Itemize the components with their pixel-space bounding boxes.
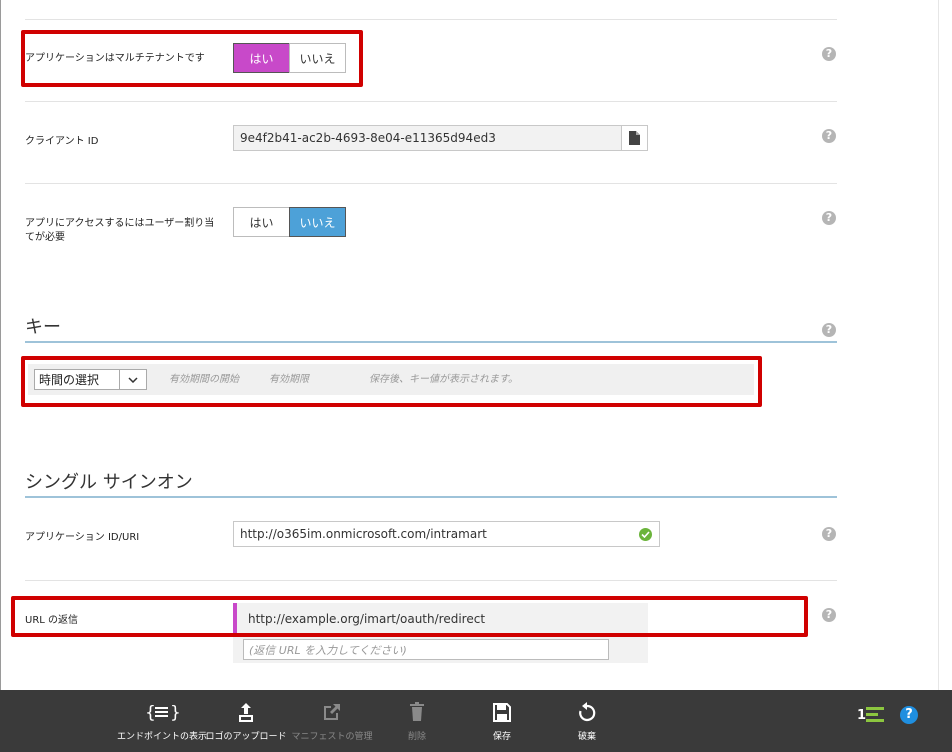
manage-manifest-button[interactable]: マニフェストの管理	[290, 690, 374, 752]
highlight-box	[21, 356, 762, 407]
scrollbar[interactable]	[938, 0, 952, 690]
app-id-label: アプリケーション ID/URI	[25, 532, 140, 543]
upload-icon	[238, 702, 254, 724]
divider	[25, 101, 837, 102]
undo-icon	[578, 702, 596, 724]
svg-text:{: {	[145, 703, 156, 722]
upload-logo-button[interactable]: ロゴのアップロード	[205, 690, 287, 752]
divider	[25, 183, 837, 184]
sso-section-title: シングル サインオン	[25, 472, 193, 493]
save-button[interactable]: 保存	[475, 690, 529, 752]
endpoints-icon: { }	[145, 702, 181, 724]
help-icon[interactable]: ?	[900, 706, 918, 724]
user-assignment-yes-option[interactable]: はい	[233, 207, 290, 237]
client-id-label: クライアント ID	[25, 136, 99, 147]
external-link-icon	[322, 702, 342, 724]
section-divider	[25, 496, 837, 498]
notification-count: 1	[857, 708, 867, 723]
copy-icon	[629, 131, 640, 145]
help-icon[interactable]: ?	[822, 527, 836, 541]
trash-icon	[409, 702, 425, 724]
reply-url-input[interactable]: (返信 URL を入力してください)	[243, 639, 609, 660]
command-bar: { } エンドポイントの表示 ロゴのアップロード マニフェストの管理	[0, 690, 952, 752]
divider	[25, 19, 837, 20]
divider	[25, 580, 837, 581]
highlight-box	[11, 596, 808, 637]
user-assignment-no-option[interactable]: いいえ	[289, 207, 346, 237]
highlight-box	[21, 30, 363, 87]
help-icon[interactable]: ?	[822, 129, 836, 143]
user-assignment-label-line2: てが必要	[25, 232, 65, 243]
user-assignment-label-line1: アプリにアクセスするにはユーザー割り当	[25, 218, 215, 229]
help-icon[interactable]: ?	[822, 608, 836, 622]
section-divider	[25, 341, 837, 343]
help-icon[interactable]: ?	[822, 211, 836, 225]
help-icon[interactable]: ?	[822, 323, 836, 337]
help-icon[interactable]: ?	[822, 47, 836, 61]
user-assignment-toggle[interactable]: はい いいえ	[233, 207, 346, 239]
valid-check-icon	[639, 528, 652, 541]
client-id-field[interactable]: 9e4f2b41-ac2b-4693-8e04-e11365d94ed3	[233, 125, 622, 151]
save-icon	[493, 702, 511, 724]
copy-button[interactable]	[621, 125, 648, 151]
activity-icon[interactable]	[866, 706, 884, 728]
delete-button[interactable]: 削除	[390, 690, 444, 752]
discard-button[interactable]: 破棄	[560, 690, 614, 752]
svg-text:}: }	[170, 703, 179, 722]
keys-section-title: キー	[25, 317, 61, 338]
app-id-value: http://o365im.onmicrosoft.com/intramart	[240, 527, 487, 541]
view-endpoints-button[interactable]: { } エンドポイントの表示	[117, 690, 207, 752]
app-id-input[interactable]: http://o365im.onmicrosoft.com/intramart	[233, 521, 660, 547]
